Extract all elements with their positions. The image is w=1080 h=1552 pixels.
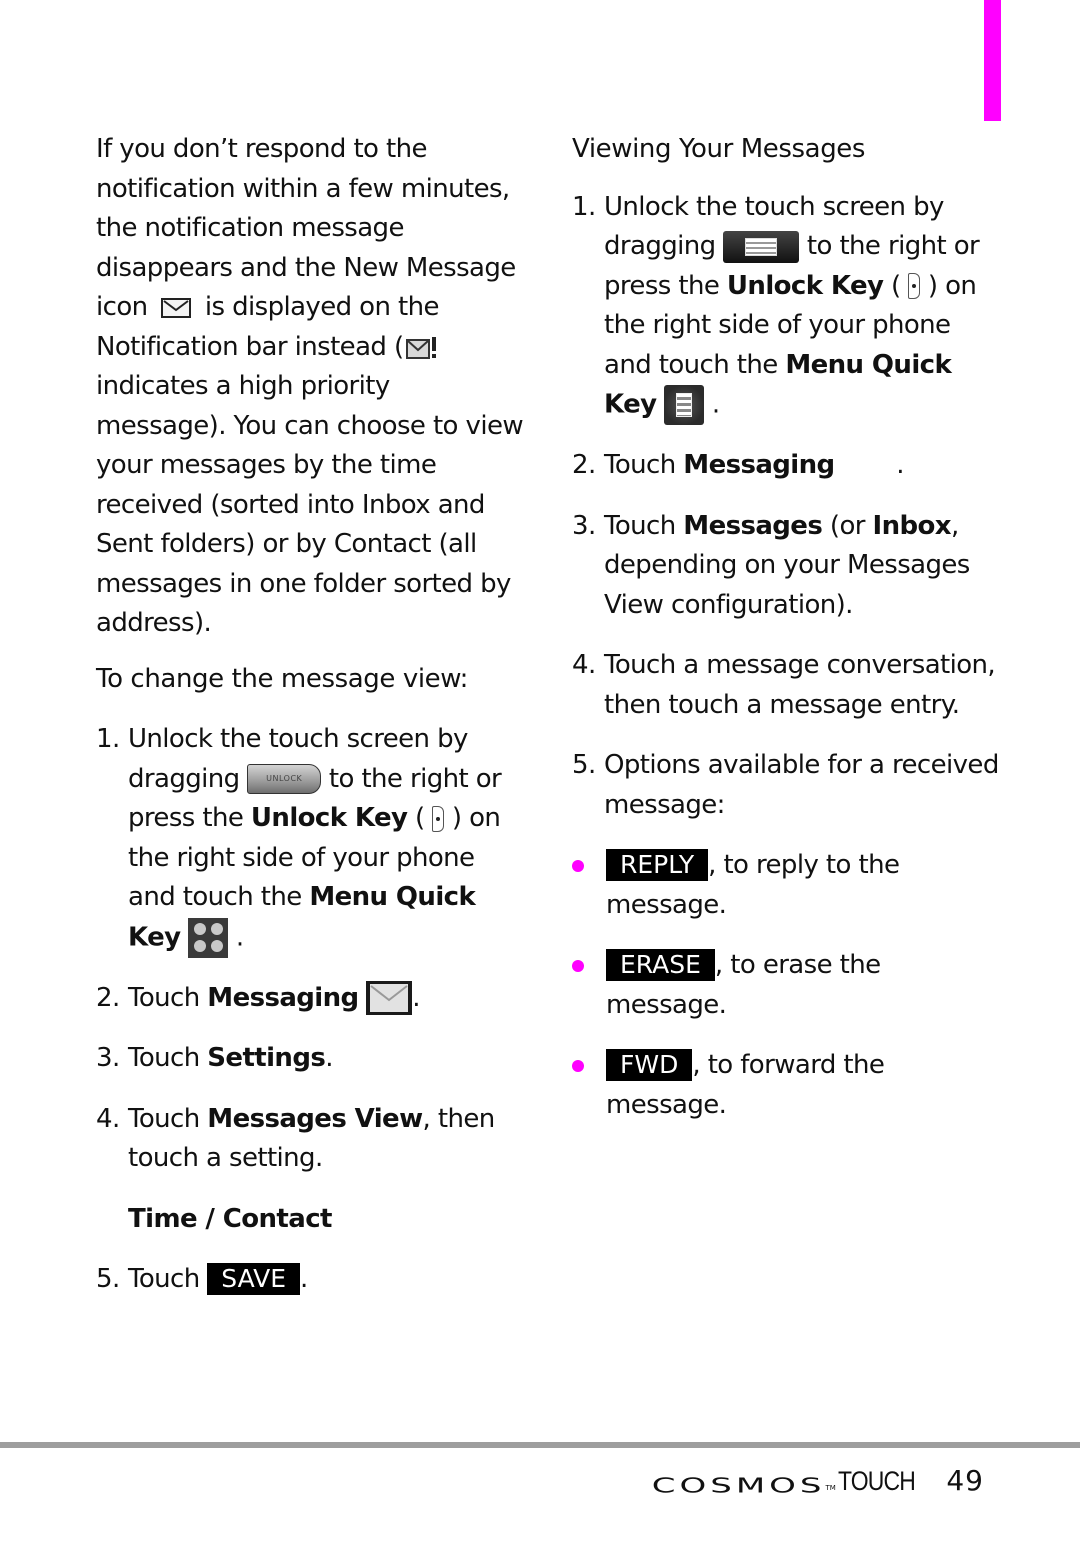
view-step-1: 1. Unlock the touch screen by dragging t… [572,188,1002,425]
footer-divider [0,1442,1080,1448]
step-1: 1. Unlock the touch screen by dragging U… [96,720,526,958]
option-erase: ERASE, to erase the message. [572,946,1002,1025]
menu-grid-icon [188,917,229,958]
page-footer: COSMOS TM TOUCH 49 [652,1462,984,1497]
messaging-label: Messaging [683,450,835,480]
messaging-label: Messaging [207,982,359,1013]
unlock-slider-icon: UNLOCK [247,764,322,794]
messages-label: Messages [683,510,823,541]
new-message-icon [161,297,192,318]
brand-logo: COSMOS TM TOUCH [651,1466,916,1498]
messages-view-label: Messages View [207,1103,423,1134]
save-softkey: SAVE [207,1263,301,1295]
step-2: 2. Touch Messaging . [96,979,526,1019]
forward-softkey: FWD [606,1049,693,1081]
bullet-icon [572,1060,584,1072]
right-column: Viewing Your Messages 1. Unlock the touc… [572,130,1002,1125]
setting-options: Time / Contact [128,1203,332,1234]
settings-label: Settings [207,1043,326,1073]
view-step-5: 5. Options available for a received mess… [572,750,999,820]
unlock-key-label: Unlock Key [726,270,884,301]
option-reply: REPLY, to reply to the message. [572,846,1002,925]
reply-softkey: REPLY [606,849,709,881]
bullet-icon [572,860,584,872]
step-3: 3. Touch Settings. [96,1043,333,1073]
unlock-key-icon [432,805,445,832]
section-heading-viewing: Viewing Your Messages [572,134,866,164]
unlock-key-icon [908,273,921,299]
section-heading-change-view: To change the message view: [96,663,469,694]
erase-softkey: ERASE [606,949,715,981]
intro-paragraph: If you don’t respond to the notification… [96,134,524,638]
messaging-icon [366,981,413,1015]
high-priority-message-icon [405,334,438,360]
left-column: If you don’t respond to the notification… [96,130,526,1300]
unlock-key-label: Unlock Key [250,803,408,833]
step-5: 5. Touch SAVE. [96,1263,308,1295]
view-step-3: 3. Touch Messages (or Inbox, depending o… [572,510,970,620]
unlock-slider-icon [723,230,800,263]
view-step-2: 2. Touch Messaging . [572,450,904,480]
inbox-label: Inbox [872,510,952,541]
page-number: 49 [946,1464,984,1497]
menu-list-icon [664,385,705,425]
section-tab-marker [984,0,1001,121]
bullet-icon [572,960,584,972]
option-forward: FWD, to forward the message. [572,1046,1002,1125]
view-step-4: 4. Touch a message conversation, then to… [572,650,996,720]
step-4: 4. Touch Messages View, then touch a set… [96,1103,495,1174]
